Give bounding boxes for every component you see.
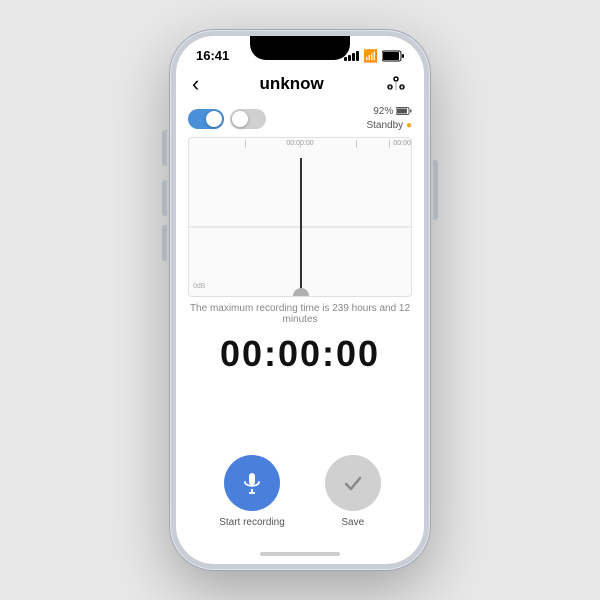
- save-button[interactable]: [325, 455, 381, 511]
- status-bar: 16:41 📶: [176, 36, 424, 67]
- action-buttons: Start recording Save: [188, 455, 412, 544]
- settings-icon: [386, 74, 406, 94]
- record-button[interactable]: [224, 455, 280, 511]
- save-button-group: Save: [325, 455, 381, 528]
- signal-icon: [344, 51, 359, 61]
- toggle-switches: [188, 109, 266, 129]
- timer-display: 00:00:00: [188, 333, 412, 375]
- tick-50: [300, 140, 301, 148]
- spacer: [188, 395, 412, 455]
- battery-icon: [382, 50, 404, 62]
- save-label: Save: [341, 517, 364, 528]
- battery-small-icon: [396, 107, 412, 115]
- tick-90: [389, 140, 390, 148]
- toggle-1[interactable]: [188, 109, 224, 129]
- db-label: 0dB: [193, 283, 205, 290]
- playhead: [300, 158, 302, 296]
- standby-status: Standby ●: [366, 119, 412, 133]
- page-title: unknow: [260, 74, 324, 94]
- standby-dot: ●: [406, 120, 412, 131]
- record-button-group: Start recording: [219, 455, 285, 528]
- check-icon: [341, 471, 365, 495]
- tick-25: [245, 140, 246, 148]
- record-label: Start recording: [219, 517, 285, 528]
- main-content: 92% Standby ●: [176, 105, 424, 544]
- status-time: 16:41: [196, 48, 229, 63]
- playhead-handle[interactable]: [293, 288, 309, 297]
- phone-frame: 16:41 📶 ‹ unknow: [170, 30, 430, 570]
- toggle-row: 92% Standby ●: [188, 105, 412, 133]
- home-bar: [260, 552, 340, 556]
- waveform-area: 00:00:00 00:00 0dB: [188, 137, 412, 297]
- battery-percent: 92%: [366, 105, 412, 119]
- status-icons: 📶: [344, 49, 404, 63]
- toggle-2[interactable]: [230, 109, 266, 129]
- timeline-row: 00:00:00 00:00: [189, 140, 411, 158]
- back-button[interactable]: ‹: [192, 71, 199, 97]
- battery-status: 92% Standby ●: [366, 105, 412, 133]
- end-time-label: 00:00: [393, 140, 411, 147]
- wifi-icon: 📶: [363, 49, 378, 63]
- microphone-icon: [240, 471, 264, 495]
- settings-button[interactable]: [384, 72, 408, 96]
- max-time-text: The maximum recording time is 239 hours …: [188, 303, 412, 325]
- phone-screen: 16:41 📶 ‹ unknow: [176, 36, 424, 564]
- tick-75: [356, 140, 357, 148]
- home-indicator: [176, 544, 424, 564]
- nav-bar: ‹ unknow: [176, 67, 424, 105]
